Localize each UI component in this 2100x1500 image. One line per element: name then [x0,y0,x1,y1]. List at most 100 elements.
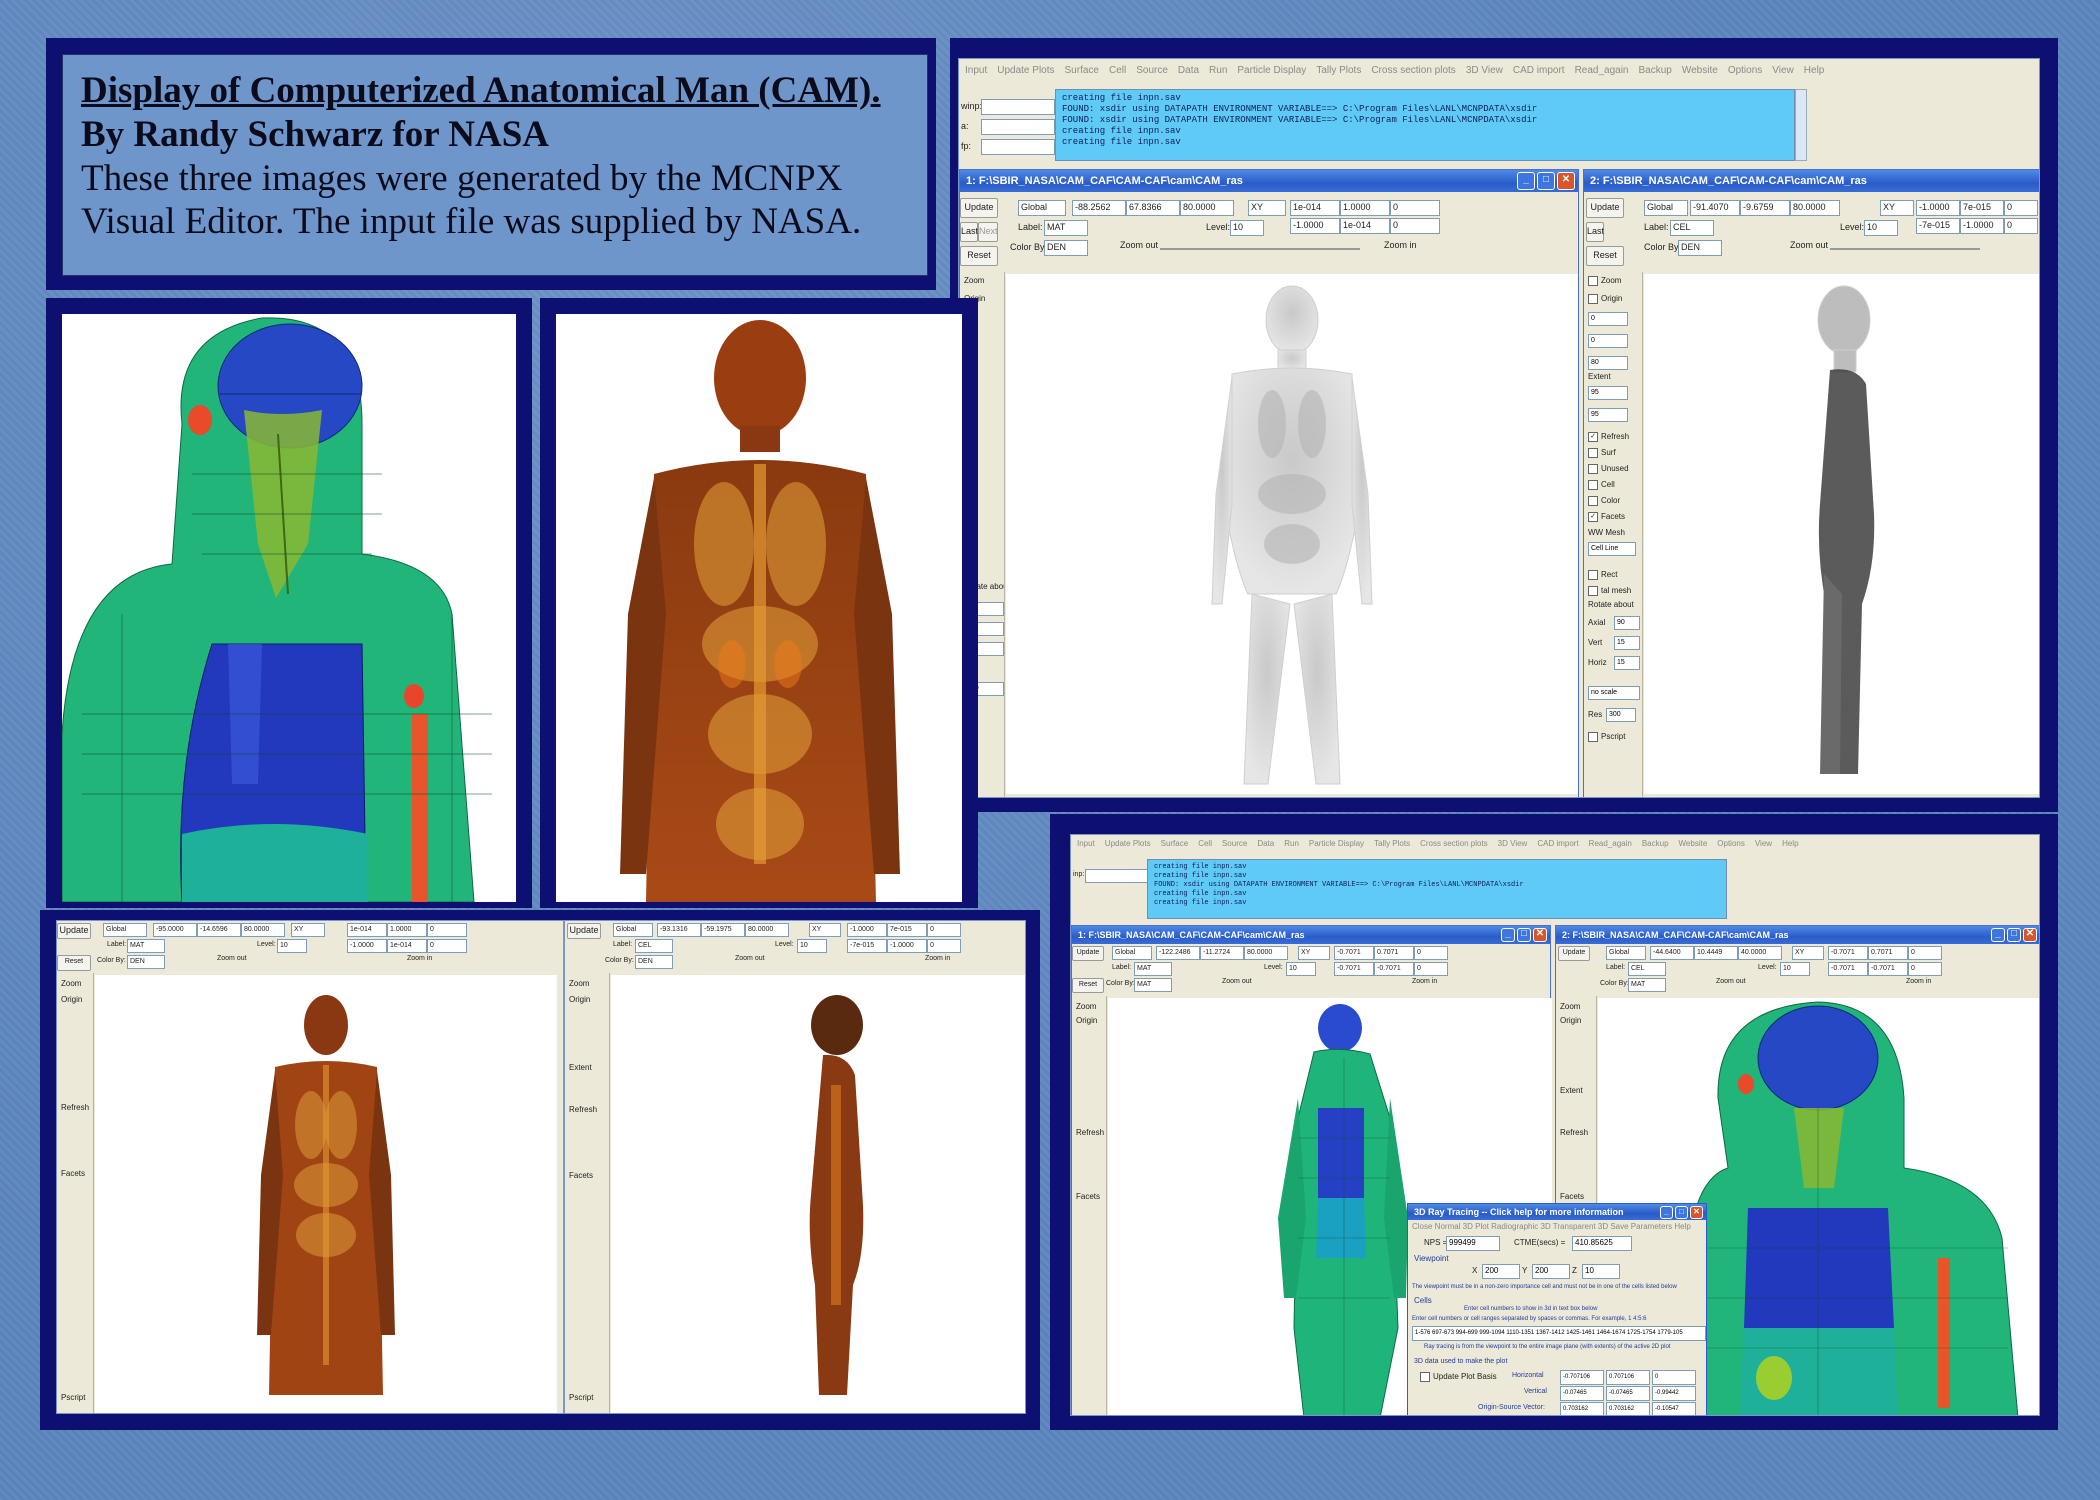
update-button[interactable]: Update [57,923,91,939]
basis-e1-field[interactable]: -0.7071 [1828,946,1868,960]
basis-f3-field[interactable]: 0 [1908,962,1942,976]
sidebar-cell[interactable]: Cell [1588,480,1615,490]
close-icon[interactable]: ✕ [2023,928,2037,942]
origin-x-field[interactable]: -93.1316 [657,923,701,937]
menu-item[interactable]: Help [1804,65,1825,76]
basis-f1-field[interactable]: -0.7071 [1828,962,1868,976]
close-icon[interactable]: ✕ [1533,928,1547,942]
plane-select[interactable]: XY [1880,200,1914,216]
last-button[interactable]: Last [960,222,978,242]
basis-f2-field[interactable]: 1e-014 [1340,218,1390,234]
basis-e3-field[interactable]: 0 [1908,946,1942,960]
sidebar-origin[interactable]: Origin [1588,294,1622,304]
plane-select[interactable]: XY [1248,200,1286,216]
level-select[interactable]: 10 [1780,962,1810,976]
level-select[interactable]: 10 [1230,220,1264,236]
reset-button[interactable]: Reset [1072,978,1104,993]
menu-item[interactable]: Update Plots [997,65,1054,76]
sidebar-res-field[interactable]: 300 [1606,708,1636,722]
origin-source-3-field[interactable]: -0.10547 [1652,1402,1696,1415]
basis-e2-field[interactable]: 1.0000 [1340,200,1390,216]
level-select[interactable]: 10 [797,939,827,953]
menu-item[interactable]: CAD import [1513,65,1565,76]
menu-item[interactable]: Data [1257,839,1274,848]
menu-item[interactable]: Tally Plots [1374,839,1410,848]
menu-item[interactable]: Particle Display [1309,839,1364,848]
basis-f2-field[interactable]: -0.7071 [1374,962,1414,976]
menu-item[interactable]: Read_again [1589,839,1632,848]
sidebar-zoom[interactable]: Zoom [1560,1002,1580,1011]
ray-tracing-titlebar[interactable]: 3D Ray Tracing -- Click help for more in… [1408,1204,1706,1220]
basis-e1-field[interactable]: -1.0000 [847,923,887,937]
sidebar-facets[interactable]: Facets [1076,1192,1100,1201]
sidebar-origin[interactable]: Origin [1076,1016,1097,1025]
cell-list-field[interactable]: 1-576 697-673 994-699 999-1094 1110-1351… [1412,1326,1706,1341]
minimize-icon[interactable]: _ [1501,928,1515,942]
basis-e2-field[interactable]: 0.7071 [1374,946,1414,960]
basis-f3-field[interactable]: 0 [1390,218,1440,234]
inp-field[interactable] [1085,869,1149,883]
menu-item[interactable]: Surface [1161,839,1189,848]
a-field[interactable] [981,119,1055,135]
next-button[interactable]: Next [978,222,998,242]
origin-source-1-field[interactable]: 0.703162 [1560,1402,1604,1415]
menu-item[interactable]: Update Plots [1105,839,1151,848]
sidebar-horiz-field[interactable]: 15 [1614,656,1640,670]
update-button[interactable]: Update [1072,946,1104,961]
label-select[interactable]: CEL [635,939,673,953]
sidebar-origin[interactable]: Origin [1560,1016,1581,1025]
origin-y-field[interactable]: 10.4449 [1694,946,1738,960]
basis-f2-field[interactable]: 1e-014 [387,939,427,953]
maximize-icon[interactable]: □ [1675,1205,1688,1219]
colorby-select[interactable]: DEN [127,955,165,969]
sidebar-axial-field[interactable]: 90 [1614,616,1640,630]
basis-e2-field[interactable]: 7e-015 [1960,200,2004,216]
sidebar-facets[interactable]: ✓ Facets [1588,512,1625,522]
basis-e1-field[interactable]: 1e-014 [1290,200,1340,216]
basis-f2-field[interactable]: -1.0000 [887,939,927,953]
horizontal-1-field[interactable]: -0.707106 [1560,1370,1604,1385]
menu-item[interactable]: Source [1222,839,1247,848]
vertical-3-field[interactable]: -0.99442 [1652,1386,1696,1401]
origin-z-field[interactable]: 80.0000 [1180,200,1234,216]
origin-source-2-field[interactable]: 0.703162 [1606,1402,1650,1415]
horizontal-2-field[interactable]: 0.707106 [1606,1370,1650,1385]
label-select[interactable]: MAT [127,939,165,953]
label-select[interactable]: MAT [1044,220,1088,236]
menu-item[interactable]: Cell [1198,839,1212,848]
sidebar-scale-select[interactable]: no scale [1588,686,1640,700]
menu-item[interactable]: Cross section plots [1420,839,1488,848]
menu-item[interactable]: Run [1284,839,1299,848]
sidebar-refresh[interactable]: Refresh [1076,1128,1104,1137]
origin-y-field[interactable]: 67.8366 [1126,200,1180,216]
plane-select[interactable]: XY [1792,946,1824,960]
viewpoint-y-field[interactable]: 200 [1532,1264,1570,1279]
sidebar-zoom[interactable]: Zoom [61,979,81,988]
origin-z-field[interactable]: 80.0000 [241,923,285,937]
colorby-select[interactable]: DEN [1044,240,1088,256]
update-button[interactable]: Update [960,198,998,218]
origin-x-field[interactable]: -122.2486 [1156,946,1200,960]
plane-select[interactable]: XY [1298,946,1330,960]
sidebar-origin[interactable]: Origin [569,995,590,1004]
menu-item[interactable]: Read_again [1575,65,1629,76]
horizontal-3-field[interactable]: 0 [1652,1370,1696,1385]
menu-item[interactable]: 3D View [1498,839,1528,848]
update-button[interactable]: Update [1586,198,1624,218]
sidebar-zoom[interactable]: Zoom [1588,276,1621,286]
menu-item[interactable]: CAD import [1537,839,1578,848]
menu-item[interactable]: Options [1728,65,1762,76]
basis-select[interactable]: Global [1018,200,1066,216]
sidebar-facets[interactable]: Facets [61,1169,85,1178]
basis-e2-field[interactable]: 0.7071 [1868,946,1908,960]
sidebar-extent1-field[interactable]: 95 [1588,386,1628,400]
vertical-1-field[interactable]: -0.07465 [1560,1386,1604,1401]
basis-e1-field[interactable]: -1.0000 [1916,200,1960,216]
basis-e1-field[interactable]: 1e-014 [347,923,387,937]
zoom-slider[interactable] [1830,248,1980,250]
menu-item[interactable]: Backup [1639,65,1672,76]
sidebar-refresh[interactable]: Refresh [61,1103,89,1112]
menu-item[interactable]: Surface [1065,65,1099,76]
viewpoint-x-field[interactable]: 200 [1482,1264,1520,1279]
sidebar-vert-field[interactable]: 15 [1614,636,1640,650]
